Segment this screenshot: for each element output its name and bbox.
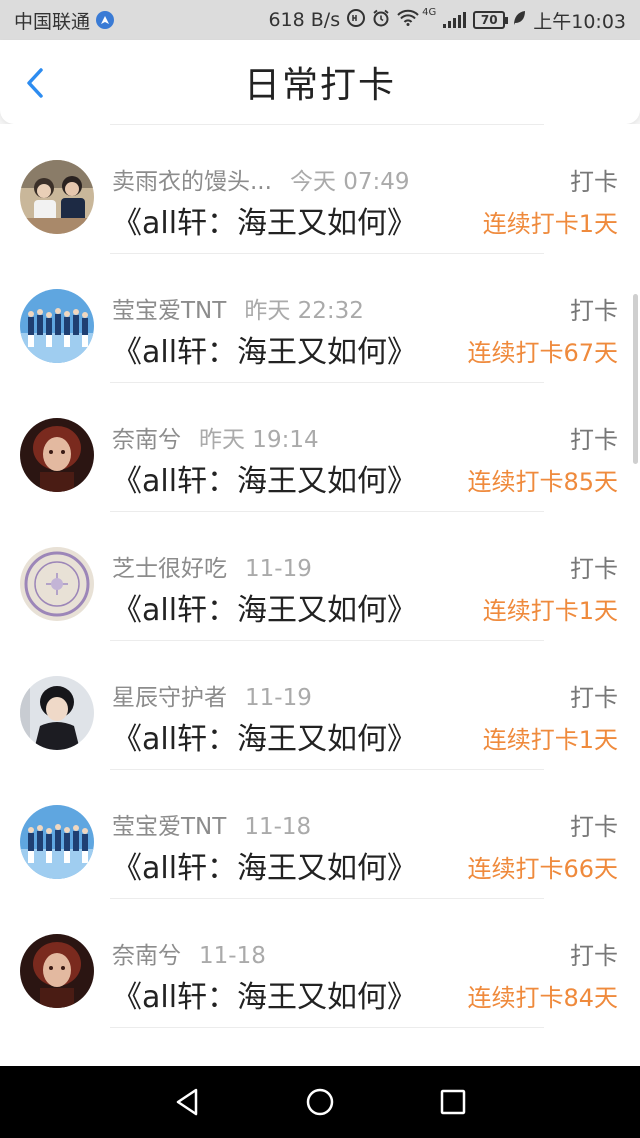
status-left: 中国联通 (14, 7, 115, 34)
book-title[interactable]: 《all轩：海王又如何》 (112, 327, 417, 371)
network-speed: 618 B/s (268, 9, 341, 31)
checkin-label: 打卡 (570, 942, 618, 970)
username[interactable]: 芝士很好吃 (112, 556, 227, 582)
checkin-label: 打卡 (570, 168, 618, 196)
avatar[interactable] (20, 805, 94, 879)
nav-home-button[interactable] (300, 1082, 340, 1122)
clock: 上午10:03 (533, 10, 626, 33)
streak-count: 连续打卡66天 (467, 855, 618, 883)
checkin-label: 打卡 (570, 555, 618, 583)
divider (110, 898, 544, 899)
header: 日常打卡 (0, 40, 640, 124)
checkin-time: 11-18 (199, 943, 266, 969)
nav-recents-button[interactable] (433, 1082, 473, 1122)
checkin-time: 昨天 19:14 (199, 427, 319, 453)
list-item-partial (0, 1027, 640, 1066)
carrier-name: 中国联通 (14, 10, 91, 33)
list-item[interactable]: 奈南兮 11-18 《all轩：海王又如何》 打卡 连续打卡84天 (0, 898, 640, 1027)
status-right: 618 B/s 4G 70 上午10:03 (268, 7, 626, 34)
username[interactable]: 莹宝爱TNT (112, 298, 226, 324)
book-title[interactable]: 《all轩：海王又如何》 (112, 585, 417, 629)
signal-icon (443, 12, 467, 28)
avatar[interactable] (20, 160, 94, 234)
recents-square-icon (441, 1089, 466, 1115)
username[interactable]: 莹宝爱TNT (112, 814, 226, 840)
divider (110, 382, 544, 383)
checkin-label: 打卡 (570, 813, 618, 841)
chevron-left-icon (27, 68, 43, 98)
divider (110, 511, 544, 512)
checkin-time: 11-19 (245, 685, 312, 711)
streak-count: 连续打卡84天 (467, 984, 618, 1012)
list-item[interactable]: 星辰守护者 11-19 《all轩：海王又如何》 打卡 连续打卡1天 (0, 640, 640, 769)
book-title[interactable]: 《all轩：海王又如何》 (112, 843, 417, 887)
divider (110, 640, 544, 641)
streak-count: 连续打卡1天 (482, 210, 618, 238)
user-line: 莹宝爱TNT 昨天 22:32 (112, 291, 364, 325)
checkin-label: 打卡 (570, 684, 618, 712)
page-title: 日常打卡 (243, 65, 396, 106)
checkin-time: 11-19 (245, 556, 312, 582)
checkin-time: 今天 07:49 (289, 169, 410, 195)
battery-icon: 70 (473, 11, 509, 29)
list-item[interactable]: 芝士很好吃 11-19 《all轩：海王又如何》 打卡 连续打卡1天 (0, 511, 640, 640)
username[interactable]: 卖雨衣的馒头... (112, 169, 272, 195)
user-line: 星辰守护者 11-19 (112, 678, 312, 712)
avatar[interactable] (20, 289, 94, 363)
list-item[interactable]: 奈南兮 昨天 19:14 《all轩：海王又如何》 打卡 连续打卡85天 (0, 382, 640, 511)
back-triangle-icon (176, 1088, 197, 1116)
avatar[interactable] (20, 676, 94, 750)
nav-back-button[interactable] (167, 1082, 207, 1122)
username[interactable]: 星辰守护者 (112, 685, 227, 711)
avatar[interactable] (20, 547, 94, 621)
list-item[interactable]: 卖雨衣的馒头... 今天 07:49 《all轩：海王又如何》 打卡 连续打卡1天 (0, 124, 640, 253)
user-line: 卖雨衣的馒头... 今天 07:49 (112, 162, 410, 196)
status-bar: 中国联通 618 B/s 4G 70 上午10:03 (0, 0, 640, 40)
avatar[interactable] (20, 934, 94, 1008)
list-item[interactable]: 莹宝爱TNT 昨天 22:32 《all轩：海王又如何》 打卡 连续打卡67天 (0, 253, 640, 382)
hd-icon (347, 8, 366, 32)
user-line: 芝士很好吃 11-19 (112, 549, 312, 583)
divider (110, 1027, 544, 1028)
checkin-label: 打卡 (570, 426, 618, 454)
book-title[interactable]: 《all轩：海王又如何》 (112, 714, 417, 758)
checkin-time: 11-18 (244, 814, 312, 840)
book-title[interactable]: 《all轩：海王又如何》 (112, 456, 417, 500)
streak-count: 连续打卡1天 (482, 597, 618, 625)
location-icon (96, 11, 115, 29)
system-nav-bar (0, 1066, 640, 1138)
wifi-icon (397, 9, 419, 31)
avatar[interactable] (20, 418, 94, 492)
username[interactable]: 奈南兮 (112, 427, 181, 453)
divider (110, 124, 544, 125)
user-line: 莹宝爱TNT 11-18 (112, 807, 311, 841)
list-item[interactable]: 莹宝爱TNT 11-18 《all轩：海王又如何》 打卡 连续打卡66天 (0, 769, 640, 898)
user-line: 奈南兮 11-18 (112, 936, 266, 970)
streak-count: 连续打卡67天 (467, 339, 618, 367)
checkin-label: 打卡 (570, 297, 618, 325)
leaf-icon (512, 10, 526, 31)
book-title[interactable]: 《all轩：海王又如何》 (112, 198, 417, 242)
checkin-time: 昨天 22:32 (244, 298, 364, 324)
alarm-icon (372, 9, 390, 32)
battery-level: 70 (480, 13, 498, 27)
book-title[interactable]: 《all轩：海王又如何》 (112, 972, 417, 1016)
home-circle-icon (306, 1088, 334, 1116)
checkin-list[interactable]: 卖雨衣的馒头... 今天 07:49 《all轩：海王又如何》 打卡 连续打卡1天 (0, 124, 640, 1066)
network-type: 4G (422, 6, 437, 18)
back-button[interactable] (20, 66, 50, 100)
divider (110, 253, 544, 254)
user-line: 奈南兮 昨天 19:14 (112, 420, 319, 454)
username[interactable]: 奈南兮 (112, 943, 181, 969)
streak-count: 连续打卡1天 (482, 726, 618, 754)
streak-count: 连续打卡85天 (467, 468, 618, 496)
divider (110, 769, 544, 770)
